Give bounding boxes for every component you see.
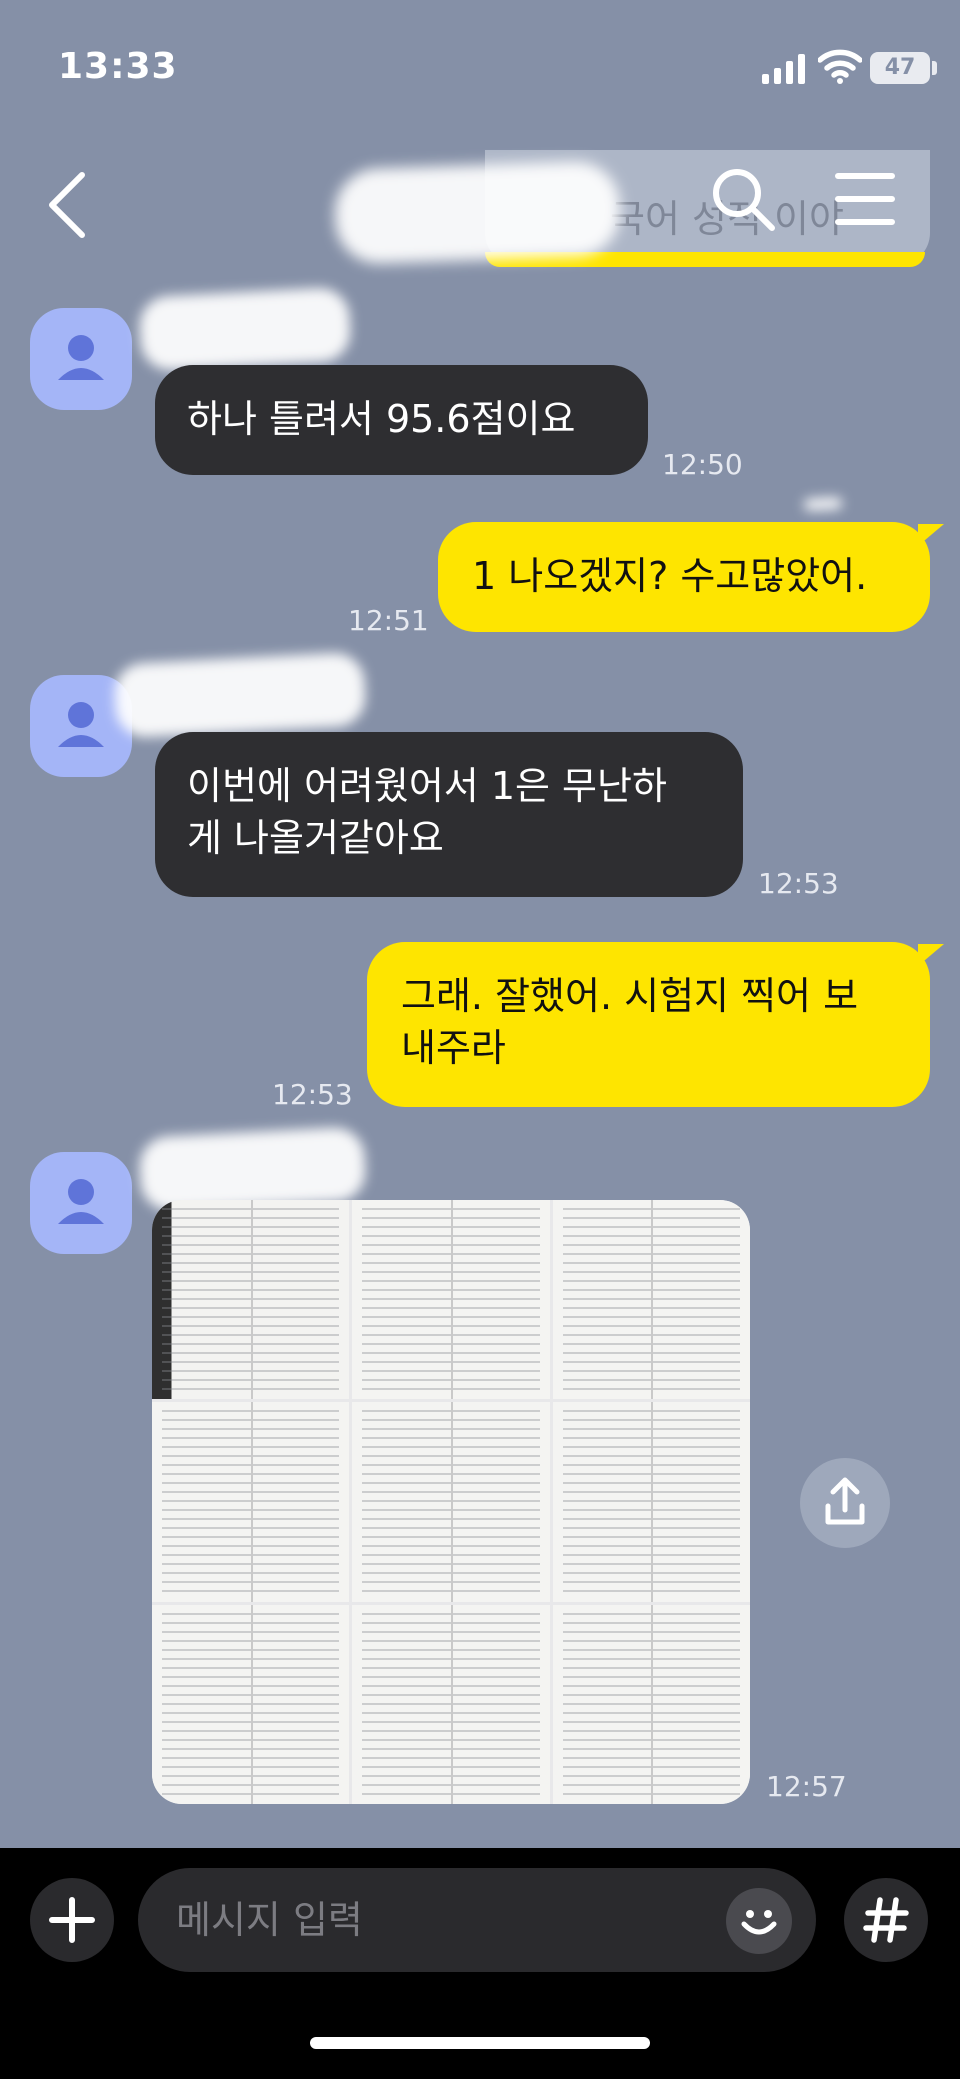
- photo-album[interactable]: [152, 1200, 750, 1804]
- wifi-icon: [818, 49, 862, 84]
- chat-title-redacted: [333, 160, 622, 265]
- message-time: 12:53: [272, 1078, 353, 1111]
- message-time: 12:53: [758, 867, 839, 900]
- exam-photo[interactable]: [552, 1604, 750, 1804]
- message-text-line: 그래. 잘했어. 시험지 찍어 보: [401, 974, 859, 1018]
- home-indicator: [310, 2037, 650, 2049]
- message-text-line: 게 나올거같아요: [187, 816, 444, 860]
- bubble-tail: [918, 944, 944, 966]
- bubble-tail: [918, 524, 944, 546]
- search-icon[interactable]: [708, 164, 778, 234]
- message-text-line: 이번에 어려웠어서 1은 무난하: [187, 764, 667, 808]
- exam-photo[interactable]: [152, 1200, 350, 1400]
- status-bar: 13:33 47: [0, 0, 960, 140]
- sender-name-redacted: [113, 651, 367, 739]
- input-placeholder: 메시지 입력: [176, 1898, 363, 1942]
- battery-indicator: 47: [870, 52, 930, 84]
- battery-level: 47: [884, 55, 916, 80]
- battery-nub: [932, 61, 937, 75]
- person-icon: [58, 335, 104, 380]
- message-time: 12:51: [348, 604, 429, 637]
- plus-icon: [49, 1897, 95, 1943]
- emoji-button[interactable]: [726, 1888, 792, 1954]
- exam-photo[interactable]: [152, 1604, 350, 1804]
- person-icon: [58, 1179, 104, 1224]
- share-button[interactable]: [800, 1458, 890, 1548]
- message-time: 12:57: [766, 1770, 847, 1803]
- message-time: 12:50: [662, 448, 743, 481]
- share-icon: [825, 1477, 865, 1525]
- sender-name-redacted: [138, 286, 352, 372]
- attach-button[interactable]: [30, 1878, 114, 1962]
- status-time: 13:33: [58, 46, 178, 87]
- avatar[interactable]: [30, 308, 132, 410]
- sender-name-redacted: [138, 1126, 367, 1212]
- exam-photo[interactable]: [552, 1200, 750, 1400]
- message-text: 하나 틀려서 95.6점이요: [187, 397, 576, 441]
- emoji-icon: [741, 1910, 777, 1935]
- back-arrow-icon[interactable]: [38, 165, 98, 245]
- exam-photo[interactable]: [352, 1200, 550, 1400]
- avatar[interactable]: [30, 1152, 132, 1254]
- message-bubble-incoming[interactable]: 이번에 어려웠어서 1은 무난하 게 나올거같아요: [155, 732, 743, 897]
- hash-icon: [863, 1897, 909, 1943]
- exam-photo[interactable]: [352, 1402, 550, 1602]
- message-bubble-incoming[interactable]: 하나 틀려서 95.6점이요: [155, 365, 648, 475]
- message-bubble-outgoing[interactable]: 그래. 잘했어. 시험지 찍어 보 내주라: [367, 942, 930, 1107]
- hashtag-button[interactable]: [844, 1878, 928, 1962]
- chat-header: 국어 성적 이야: [0, 140, 960, 270]
- message-text: 1 나오겠지? 수고많았어.: [472, 554, 868, 598]
- exam-photo[interactable]: [352, 1604, 550, 1804]
- message-input[interactable]: 메시지 입력: [138, 1868, 816, 1972]
- menu-icon[interactable]: [830, 164, 900, 234]
- read-indicator-redacted: [803, 497, 843, 511]
- message-bubble-outgoing[interactable]: 1 나오겠지? 수고많았어.: [438, 522, 930, 632]
- exam-photo[interactable]: [152, 1402, 350, 1602]
- signal-icon: [762, 54, 805, 84]
- message-text-line: 내주라: [401, 1026, 506, 1070]
- exam-photo[interactable]: [552, 1402, 750, 1602]
